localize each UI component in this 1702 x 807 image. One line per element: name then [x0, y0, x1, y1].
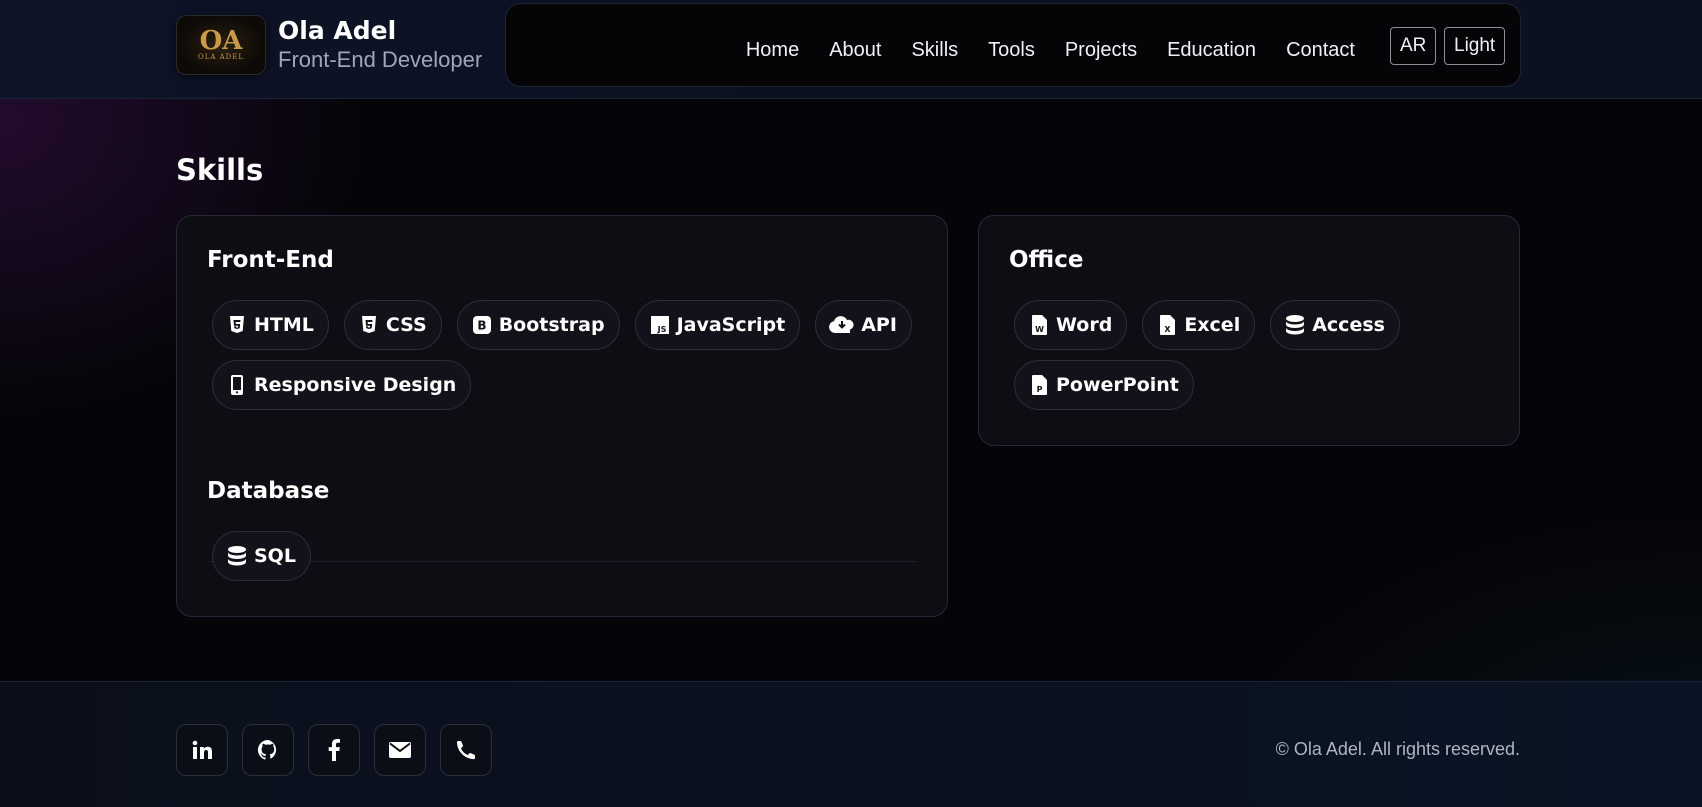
logo-mark: OA: [199, 26, 243, 56]
group-title-office: Office: [1009, 247, 1084, 273]
group-divider: [207, 561, 917, 562]
database-icon: [226, 545, 248, 567]
chips-database: SQL: [212, 531, 311, 581]
chips-frontend: HTML CSS B Bootstrap JS JavaScript API R…: [212, 300, 912, 410]
brand-name: Ola Adel: [278, 16, 397, 45]
facebook-link[interactable]: [308, 724, 360, 776]
skill-chip-api: API: [815, 300, 912, 350]
skill-label: JavaScript: [676, 314, 786, 336]
bootstrap-icon: B: [471, 314, 493, 336]
phone-icon: [456, 740, 476, 760]
logo-subtext: OLA ADEL: [197, 53, 245, 61]
skills-card-frontend-database: Front-End HTML CSS B Bootstrap JS JavaSc…: [176, 215, 948, 617]
logo: OA OLA ADEL: [176, 15, 266, 75]
skill-chip-responsive-design: Responsive Design: [212, 360, 472, 410]
skill-label: SQL: [254, 545, 296, 567]
theme-toggle-button[interactable]: Light: [1444, 27, 1506, 65]
social-links: [176, 724, 492, 776]
skill-chip-excel: X Excel: [1142, 300, 1256, 350]
nav-projects[interactable]: Projects: [1065, 34, 1137, 66]
skill-label: API: [861, 314, 897, 336]
skill-chip-word: W Word: [1014, 300, 1128, 350]
nav-about[interactable]: About: [829, 34, 881, 66]
skill-label: Bootstrap: [498, 314, 605, 336]
skill-chip-html: HTML: [212, 300, 329, 350]
nav-container: Home About Skills Tools Projects Educati…: [505, 3, 1521, 87]
skill-chip-access: Access: [1270, 300, 1400, 350]
linkedin-icon: [192, 740, 212, 760]
phone-link[interactable]: [440, 724, 492, 776]
brand-role: Front-End Developer: [278, 47, 483, 72]
svg-text:JS: JS: [656, 325, 666, 334]
group-title-frontend: Front-End: [207, 247, 334, 273]
linkedin-link[interactable]: [176, 724, 228, 776]
excel-file-icon: X: [1156, 314, 1178, 336]
nav-tools[interactable]: Tools: [988, 34, 1035, 66]
main-nav: Home About Skills Tools Projects Educati…: [716, 34, 1355, 66]
group-title-database: Database: [207, 478, 330, 504]
copyright-text: © Ola Adel. All rights reserved.: [1275, 739, 1520, 759]
skill-label: Excel: [1184, 314, 1241, 336]
skill-chip-bootstrap: B Bootstrap: [456, 300, 620, 350]
skill-chip-javascript: JS JavaScript: [634, 300, 801, 350]
word-file-icon: W: [1028, 314, 1050, 336]
skill-chip-sql: SQL: [212, 531, 311, 581]
site-header: OA OLA ADEL Ola Adel Front-End Developer…: [0, 0, 1702, 99]
skills-card-office: Office W Word X Excel Access P PowerPoin…: [978, 215, 1520, 446]
svg-text:W: W: [1035, 325, 1044, 334]
css3-icon: [358, 314, 380, 336]
nav-home[interactable]: Home: [746, 34, 799, 66]
facebook-icon: [328, 739, 340, 761]
chips-office: W Word X Excel Access P PowerPoint: [1014, 300, 1454, 410]
database-icon: [1284, 314, 1306, 336]
github-icon: [257, 739, 279, 761]
skill-label: Responsive Design: [254, 374, 457, 396]
email-icon: [389, 742, 411, 758]
javascript-icon: JS: [649, 314, 671, 336]
skill-chip-css: CSS: [343, 300, 442, 350]
language-toggle-button[interactable]: AR: [1390, 27, 1437, 65]
skill-label: HTML: [254, 314, 314, 336]
section-title: Skills: [176, 153, 264, 187]
skills-section: Skills Front-End HTML CSS B Bootstrap JS…: [0, 99, 1702, 681]
svg-text:P: P: [1036, 385, 1042, 394]
svg-text:X: X: [1164, 325, 1171, 334]
nav-education[interactable]: Education: [1167, 34, 1256, 66]
skill-label: Word: [1056, 314, 1113, 336]
powerpoint-file-icon: P: [1028, 374, 1050, 396]
email-link[interactable]: [374, 724, 426, 776]
cloud-download-icon: [829, 314, 855, 336]
github-link[interactable]: [242, 724, 294, 776]
mobile-icon: [226, 374, 248, 396]
nav-skills[interactable]: Skills: [911, 34, 958, 66]
site-footer: © Ola Adel. All rights reserved.: [0, 681, 1702, 807]
skill-label: CSS: [385, 314, 427, 336]
skill-label: Access: [1312, 314, 1385, 336]
skill-chip-powerpoint: P PowerPoint: [1014, 360, 1194, 410]
skill-label: PowerPoint: [1056, 374, 1179, 396]
html5-icon: [226, 314, 248, 336]
brand[interactable]: OA OLA ADEL Ola Adel Front-End Developer: [176, 15, 482, 75]
nav-contact[interactable]: Contact: [1286, 34, 1355, 66]
svg-text:B: B: [477, 319, 486, 333]
